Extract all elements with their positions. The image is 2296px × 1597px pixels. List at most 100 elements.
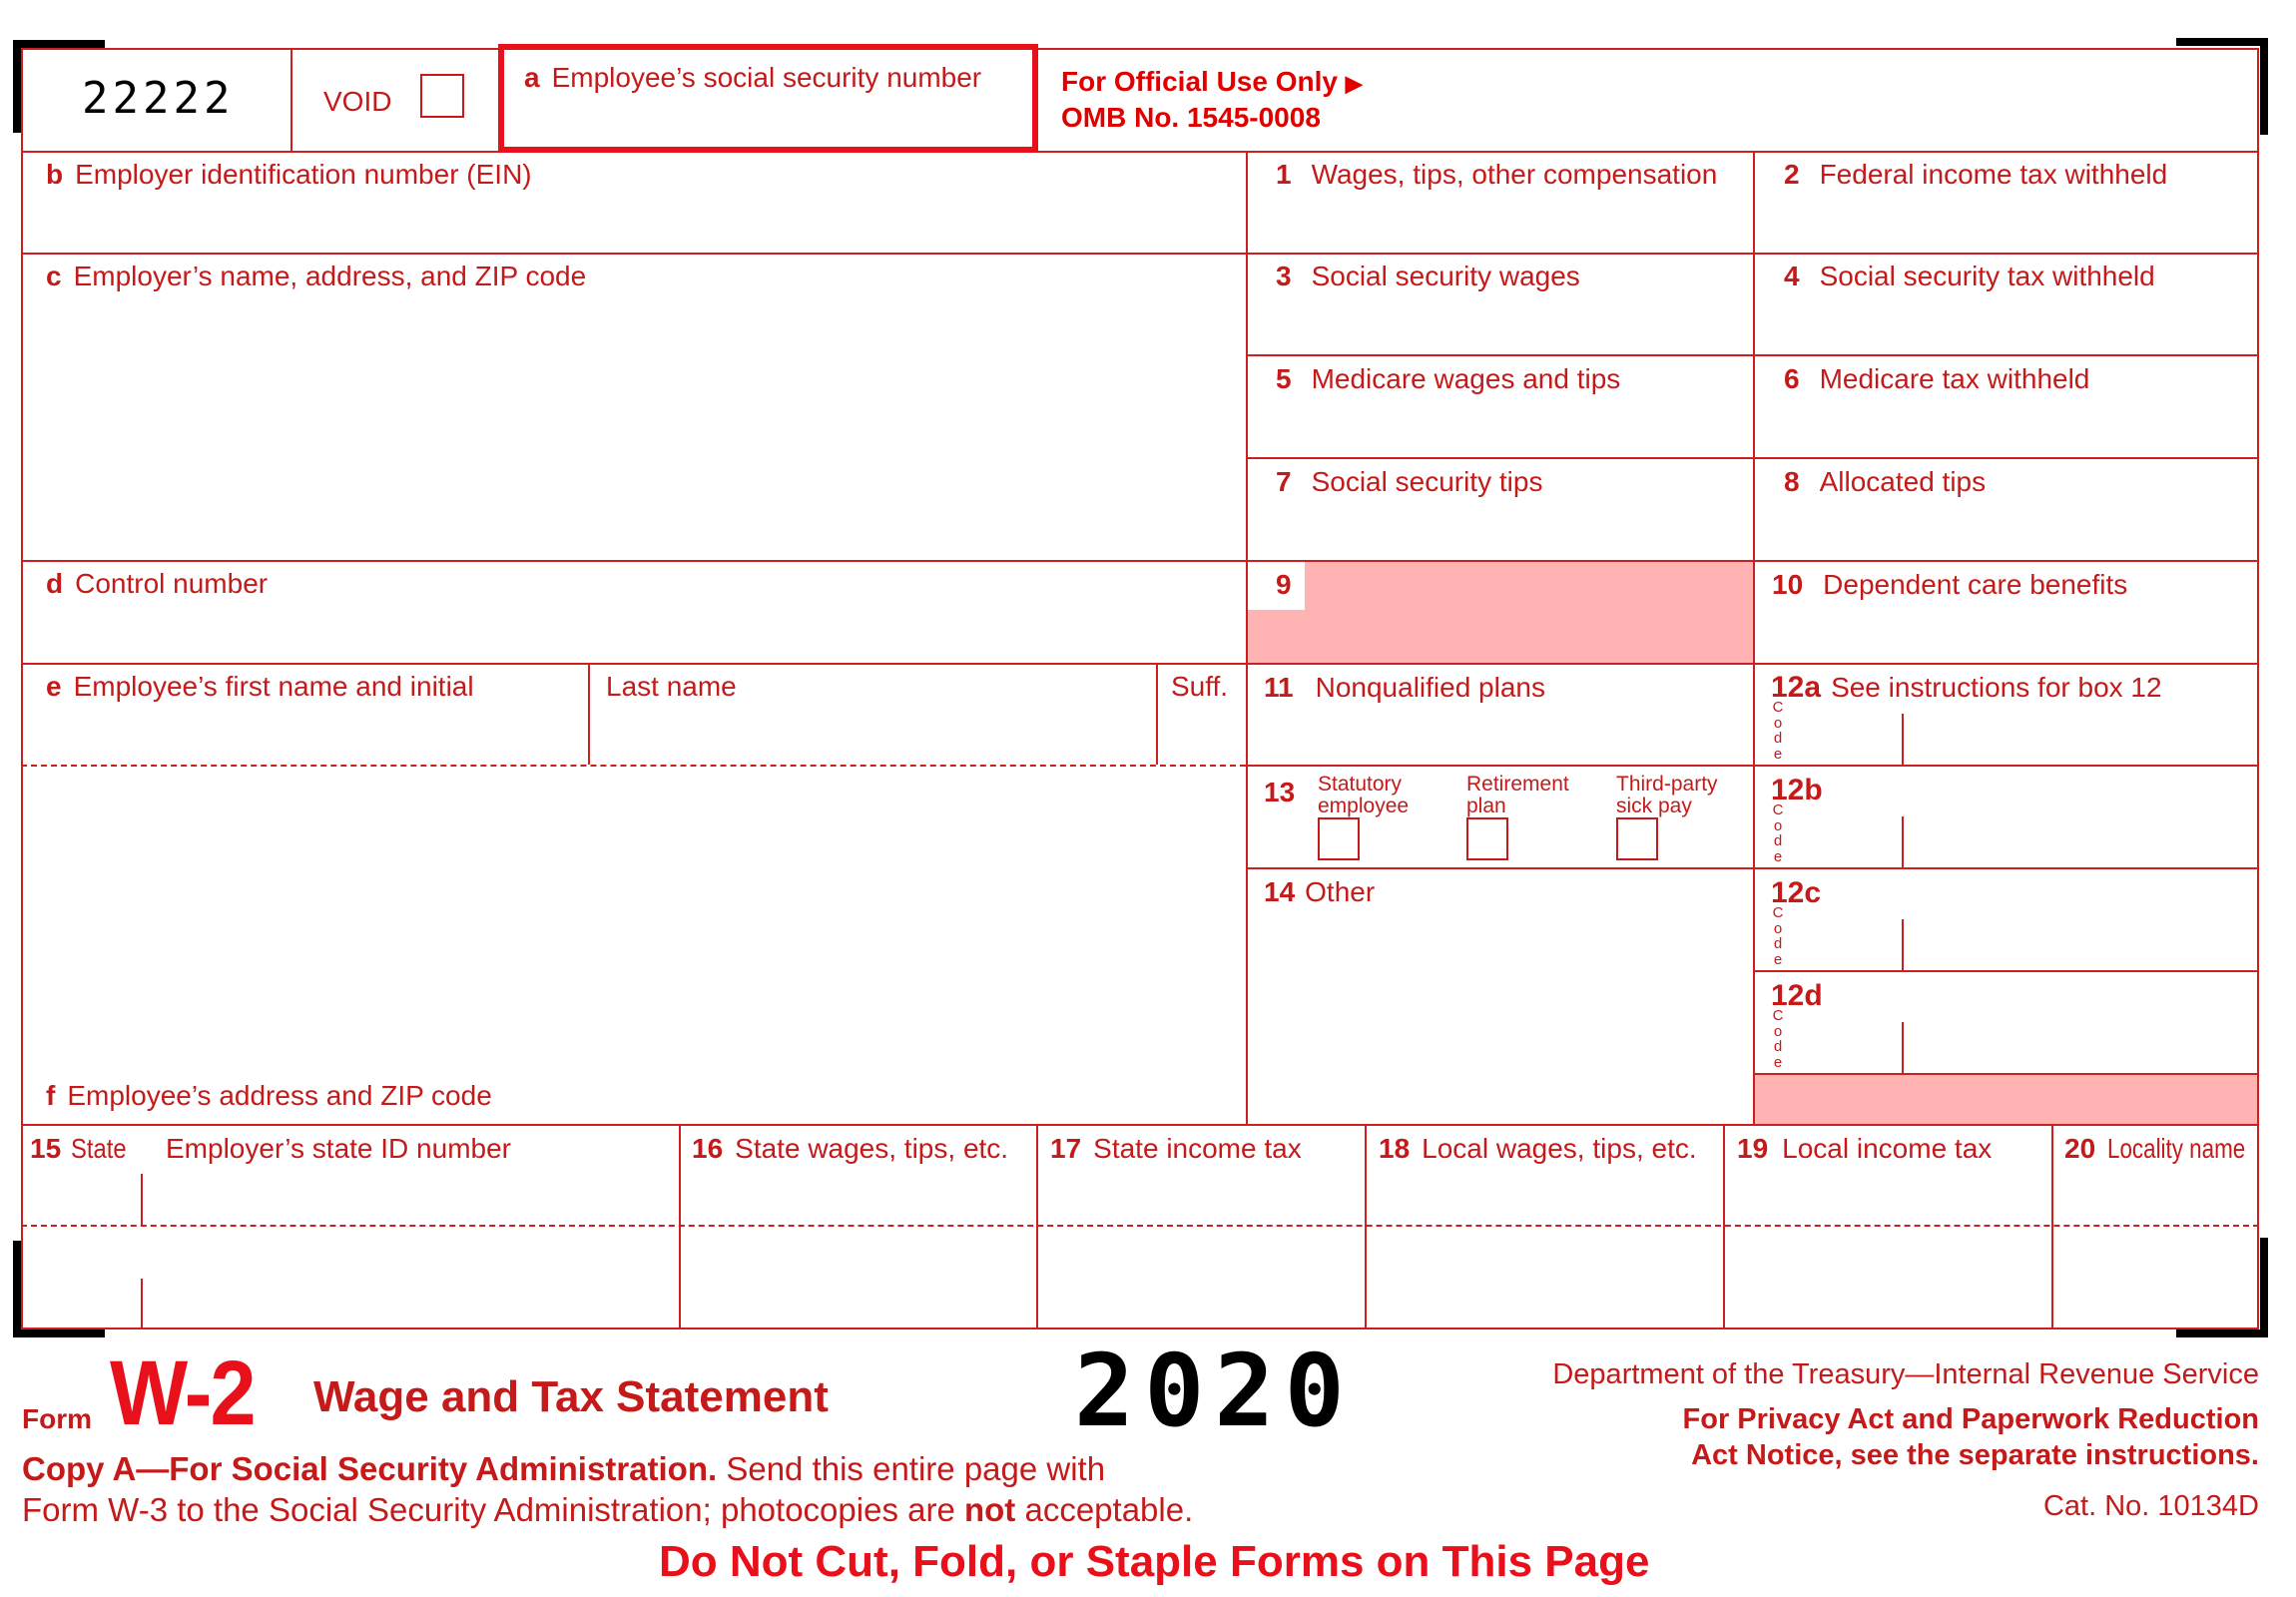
box-c-employer-field[interactable] bbox=[23, 255, 1245, 558]
official-use-label: For Official Use Only ▶ bbox=[1061, 66, 1363, 97]
box-16-state-wages-field-1[interactable] bbox=[682, 1170, 1035, 1224]
box-a-ssn[interactable]: a Employee’s social security number bbox=[498, 44, 1038, 153]
registration-mark-top-right-v bbox=[2260, 38, 2268, 135]
form-word: Form bbox=[22, 1403, 92, 1434]
col-line bbox=[679, 1124, 681, 1330]
box-17-state-tax-field-1[interactable] bbox=[1039, 1170, 1364, 1224]
box-16-label: 16 State wages, tips, etc. bbox=[692, 1133, 1009, 1164]
col-line bbox=[1723, 1124, 1725, 1330]
box-12b-code-field[interactable] bbox=[1789, 811, 1901, 866]
row-dashed-line bbox=[21, 1225, 2259, 1227]
void-label: VOID bbox=[323, 86, 392, 117]
box-12d-amount-field[interactable] bbox=[1905, 1017, 2258, 1072]
box-d-label: d Control number bbox=[46, 568, 269, 599]
statutory-employee-checkbox[interactable] bbox=[1318, 817, 1360, 860]
box-12a-amount-field[interactable] bbox=[1905, 709, 2258, 764]
code-divider bbox=[1902, 714, 1904, 765]
box-14-other-field[interactable] bbox=[1248, 913, 1752, 1122]
box-1-wages-field[interactable] bbox=[1248, 195, 1752, 251]
registration-mark-bottom-left bbox=[13, 1330, 105, 1337]
box-3-ss-wages-field[interactable] bbox=[1248, 296, 1752, 352]
box-11-nonqualified-field[interactable] bbox=[1248, 708, 1752, 764]
box-e-last-name-label: Last name bbox=[606, 671, 737, 702]
box-13-number: 13 bbox=[1264, 777, 1296, 807]
box-4-ss-tax-field[interactable] bbox=[1755, 296, 2258, 352]
box-17-label: 17 State income tax bbox=[1050, 1133, 1302, 1164]
box-18-label: 18 Local wages, tips, etc. bbox=[1379, 1133, 1697, 1164]
code-divider bbox=[1902, 919, 1904, 970]
box-5-label: 5 Medicare wages and tips bbox=[1276, 363, 1621, 394]
box-12d-code-label: Code bbox=[1772, 1007, 1784, 1071]
box-12d-code-field[interactable] bbox=[1789, 1017, 1901, 1072]
box-12c-code-field[interactable] bbox=[1789, 914, 1901, 969]
col-line bbox=[290, 48, 292, 151]
box-e-label: e Employee’s first name and initial bbox=[46, 671, 474, 702]
box-18-local-wages-field-1[interactable] bbox=[1368, 1170, 1722, 1224]
box-15-state-id-field-2[interactable] bbox=[144, 1228, 678, 1328]
box-12c-code-label: Code bbox=[1772, 904, 1784, 968]
col-line bbox=[2051, 1124, 2053, 1330]
control-code: 22222 bbox=[82, 73, 235, 124]
box-12c-amount-field[interactable] bbox=[1905, 914, 2258, 969]
privacy-notice-1: For Privacy Act and Paperwork Reduction bbox=[1682, 1403, 2259, 1435]
registration-mark-top-right bbox=[2176, 38, 2268, 46]
box-16-state-wages-field-2[interactable] bbox=[682, 1228, 1035, 1328]
cat-number: Cat. No. 10134D bbox=[2042, 1490, 2259, 1522]
col-line bbox=[1036, 1124, 1038, 1330]
box-2-label: 2 Federal income tax withheld bbox=[1784, 159, 2168, 190]
box-8-label: 8 Allocated tips bbox=[1784, 466, 1987, 497]
box-19-local-tax-field-1[interactable] bbox=[1726, 1170, 2050, 1224]
registration-mark-top-left bbox=[13, 40, 105, 48]
third-party-sick-pay-label: Third-party sick pay bbox=[1616, 773, 1718, 817]
box-6-label: 6 Medicare tax withheld bbox=[1784, 363, 2090, 394]
col-line bbox=[1365, 1124, 1367, 1330]
box-a-label: a Employee’s social security number bbox=[524, 62, 982, 93]
third-party-sick-pay-checkbox[interactable] bbox=[1616, 817, 1658, 860]
statutory-employee-label: Statutory employee bbox=[1318, 773, 1410, 817]
omb-number: OMB No. 1545-0008 bbox=[1061, 102, 1321, 133]
do-not-cut-warning: Do Not Cut, Fold, or Staple Forms on Thi… bbox=[659, 1537, 1650, 1586]
box-8-allocated-tips-field[interactable] bbox=[1755, 502, 2258, 558]
registration-mark-bottom-right bbox=[2176, 1330, 2268, 1337]
box-12a-code-field[interactable] bbox=[1789, 709, 1901, 764]
code-divider bbox=[1902, 1022, 1904, 1073]
privacy-notice-2: Act Notice, see the separate instruction… bbox=[1691, 1439, 2259, 1471]
box-6-medicare-tax-field[interactable] bbox=[1755, 399, 2258, 455]
box-20-label: 20 Locality name bbox=[2064, 1133, 2246, 1164]
box-10-dependent-care-field[interactable] bbox=[1755, 605, 2258, 661]
box-15-state-id-label: Employer’s state ID number bbox=[166, 1133, 511, 1164]
copy-a-line-2: Form W-3 to the Social Security Administ… bbox=[22, 1491, 1194, 1528]
box-18-local-wages-field-2[interactable] bbox=[1368, 1228, 1722, 1328]
row-line bbox=[21, 1124, 2259, 1126]
box-1-label: 1 Wages, tips, other compensation bbox=[1276, 159, 1718, 190]
state-divider bbox=[141, 1174, 143, 1225]
box-15-state-field-1[interactable] bbox=[23, 1170, 140, 1224]
void-checkbox[interactable] bbox=[420, 74, 464, 118]
box-2-federal-tax-field[interactable] bbox=[1755, 195, 2258, 251]
row-line bbox=[1753, 970, 2259, 972]
tax-year: 2020 bbox=[1074, 1332, 1355, 1449]
dept-treasury: Department of the Treasury—Internal Reve… bbox=[1552, 1358, 2259, 1390]
registration-mark-bottom-right-v bbox=[2260, 1238, 2268, 1337]
box-12b-amount-field[interactable] bbox=[1905, 811, 2258, 866]
box-20-locality-field-2[interactable] bbox=[2054, 1228, 2258, 1328]
box-14-label: 14 Other bbox=[1264, 876, 1376, 907]
box-15-state-id-field-1[interactable] bbox=[144, 1170, 678, 1224]
row-line bbox=[1753, 1073, 2259, 1075]
box-19-label: 19 Local income tax bbox=[1737, 1133, 1993, 1164]
retirement-plan-checkbox[interactable] bbox=[1466, 817, 1508, 860]
box-20-locality-field-1[interactable] bbox=[2054, 1170, 2258, 1224]
box-e-suffix-label: Suff. bbox=[1171, 671, 1229, 702]
box-f-address-field[interactable] bbox=[23, 767, 1245, 1122]
retirement-plan-label: Retirement plan bbox=[1466, 773, 1569, 817]
box-17-state-tax-field-2[interactable] bbox=[1039, 1228, 1364, 1328]
box-f-label: f Employee’s address and ZIP code bbox=[46, 1080, 492, 1111]
box-19-local-tax-field-2[interactable] bbox=[1726, 1228, 2050, 1328]
box-5-medicare-wages-field[interactable] bbox=[1248, 399, 1752, 455]
box-7-ss-tips-field[interactable] bbox=[1248, 502, 1752, 558]
box-15-state-field-2[interactable] bbox=[23, 1228, 140, 1328]
state-divider bbox=[141, 1279, 143, 1330]
box-12a-code-label: Code bbox=[1772, 699, 1784, 763]
box-15-label: 15 State bbox=[30, 1133, 127, 1164]
box-7-label: 7 Social security tips bbox=[1276, 466, 1543, 497]
